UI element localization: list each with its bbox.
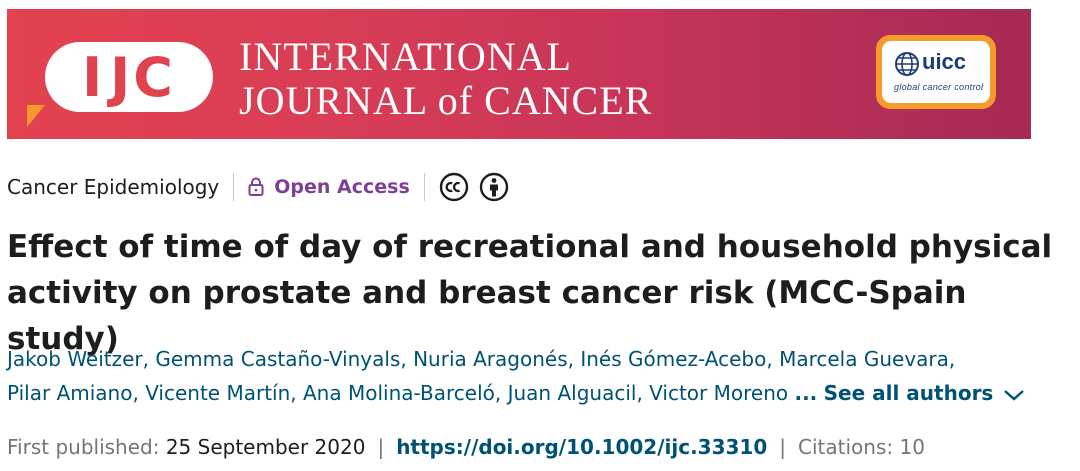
journal-name: INTERNATIONAL JOURNAL of CANCER (239, 35, 652, 123)
section-label[interactable]: Cancer Epidemiology (7, 175, 219, 199)
article-meta: Cancer Epidemiology Open Access (7, 172, 509, 202)
author-link[interactable]: Marcela Guevara (779, 347, 949, 371)
author-link[interactable]: Pilar Amiano (7, 381, 132, 405)
creative-commons-icon[interactable] (439, 172, 469, 202)
ijc-logo: I JC (45, 42, 213, 112)
author-link[interactable]: Vicente Martín (145, 381, 290, 405)
chevron-down-icon[interactable] (1003, 388, 1025, 402)
logo-letter-i: I (82, 45, 103, 109)
uicc-badge-tail (27, 105, 45, 127)
author-ellipsis: ... (794, 381, 818, 405)
journal-banner[interactable]: I JC INTERNATIONAL JOURNAL of CANCER uic… (7, 9, 1031, 139)
author-link[interactable]: Ana Molina-Barceló (303, 381, 495, 405)
globe-icon (895, 52, 919, 76)
lock-icon (248, 177, 264, 197)
doi-link[interactable]: https://doi.org/10.1002/ijc.33310 (396, 435, 767, 459)
author-link[interactable]: Inés Gómez-Acebo (580, 347, 766, 371)
first-published-date: 25 September 2020 (165, 435, 366, 459)
author-list: Jakob Weitzer, Gemma Castaño-Vinyals, Nu… (7, 342, 1075, 410)
divider (423, 173, 425, 201)
divider (233, 173, 235, 201)
author-link[interactable]: Nuria Aragonés (413, 347, 568, 371)
divider: | (779, 435, 787, 459)
author-link[interactable]: Jakob Weitzer (7, 347, 143, 371)
uicc-badge[interactable]: uicc global cancer control (876, 35, 996, 109)
open-access-label[interactable]: Open Access (274, 176, 410, 198)
see-all-authors-link[interactable]: See all authors (824, 381, 994, 405)
first-published-label: First published: (7, 435, 160, 459)
author-link[interactable]: Victor Moreno (649, 381, 788, 405)
logo-letters-jc: JC (110, 45, 176, 109)
author-link[interactable]: Gemma Castaño-Vinyals (155, 347, 400, 371)
publication-info: First published: 25 September 2020 | htt… (7, 432, 925, 462)
attribution-icon[interactable] (479, 172, 509, 202)
journal-name-line1: INTERNATIONAL (239, 34, 572, 79)
divider: | (377, 435, 385, 459)
uicc-tagline: global cancer control (894, 82, 984, 92)
uicc-name: uicc (922, 49, 967, 74)
author-link[interactable]: Juan Alguacil (508, 381, 637, 405)
citations-count[interactable]: 10 (899, 435, 924, 459)
journal-name-line2: JOURNAL of CANCER (239, 78, 653, 123)
citations-label: Citations: (798, 435, 894, 459)
